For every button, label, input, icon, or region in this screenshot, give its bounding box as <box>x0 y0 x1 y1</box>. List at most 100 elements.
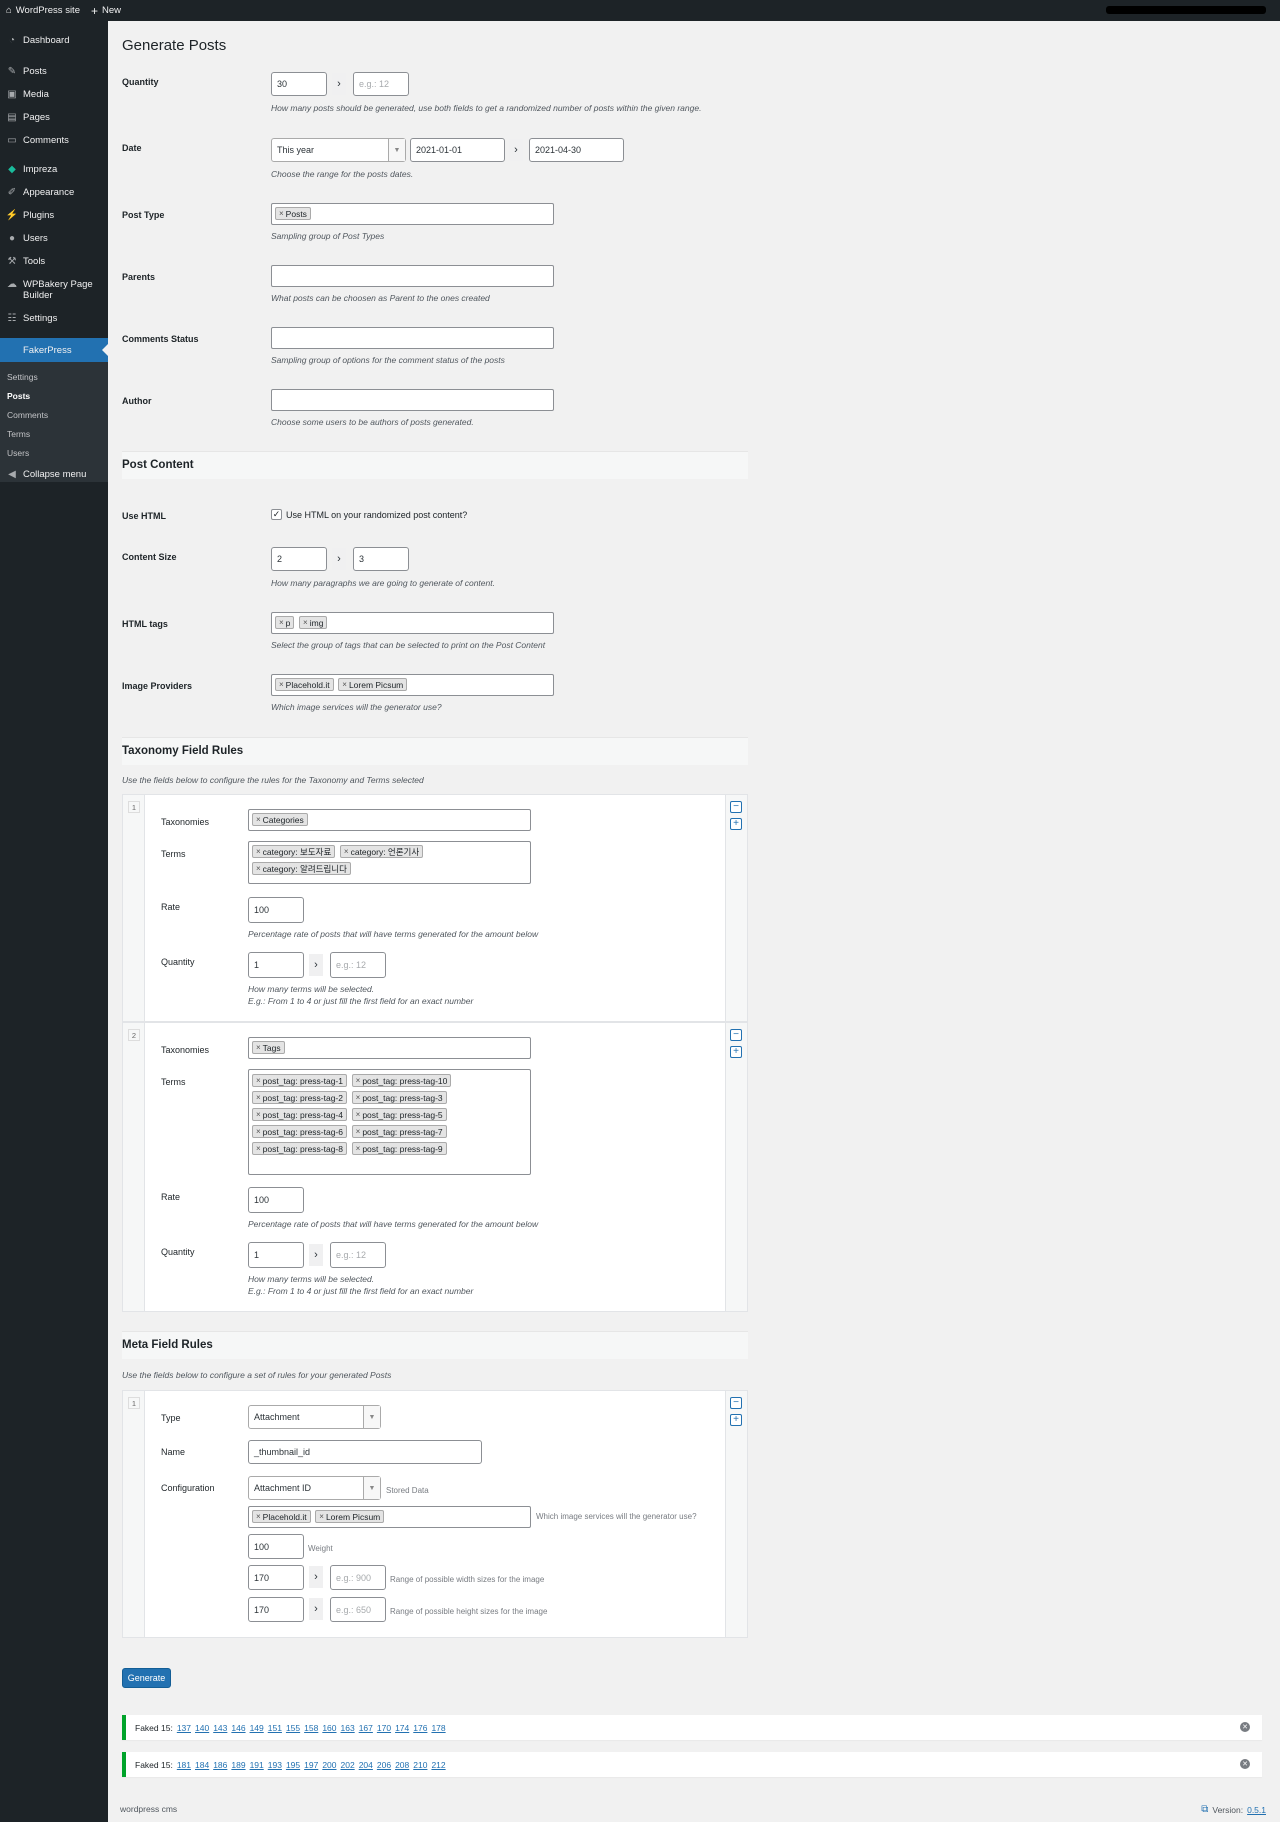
meta-name-input[interactable]: _thumbnail_id <box>248 1440 482 1464</box>
post-type-select[interactable]: × Posts <box>271 203 554 225</box>
date-preset-select[interactable]: This year ▼ <box>271 138 406 162</box>
remove-icon[interactable]: × <box>356 1093 361 1102</box>
term-chip[interactable]: × post_tag: press-tag-10 <box>351 1074 452 1087</box>
post-link[interactable]: 140 <box>195 1723 209 1733</box>
remove-icon[interactable]: × <box>279 680 284 689</box>
terms-select[interactable]: × post_tag: press-tag-1 × post_tag: press-… <box>248 1069 531 1175</box>
rate-input[interactable]: 100 <box>248 1187 304 1213</box>
chip-tags[interactable]: × Tags <box>252 1041 285 1054</box>
content-size-max-input[interactable]: 3 <box>353 547 409 571</box>
remove-icon[interactable]: × <box>256 1144 261 1153</box>
post-link[interactable]: 170 <box>377 1723 391 1733</box>
add-rule-button[interactable]: + <box>730 1414 742 1426</box>
post-link[interactable]: 186 <box>213 1760 227 1770</box>
remove-icon[interactable]: × <box>279 209 284 218</box>
chip-p[interactable]: × p <box>275 616 295 629</box>
generate-button[interactable]: Generate <box>122 1668 171 1688</box>
remove-icon[interactable]: × <box>256 1043 261 1052</box>
term-chip[interactable]: × post_tag: press-tag-9 <box>351 1142 447 1155</box>
remove-icon[interactable]: × <box>256 1093 261 1102</box>
post-link[interactable]: 195 <box>286 1760 300 1770</box>
remove-icon[interactable]: × <box>256 1110 261 1119</box>
submenu-item-comments[interactable]: Comments <box>7 410 48 420</box>
meta-config-select[interactable]: Attachment ID ▼ <box>248 1476 381 1500</box>
submenu-item-users[interactable]: Users <box>7 448 29 458</box>
post-link[interactable]: 149 <box>250 1723 264 1733</box>
post-link[interactable]: 160 <box>322 1723 336 1733</box>
add-rule-button[interactable]: + <box>730 818 742 830</box>
term-chip[interactable]: × category: 알려드립니다 <box>252 862 351 875</box>
sidebar-item-wpbakery[interactable]: ☁ WPBakery Page Builder <box>0 279 100 301</box>
sidebar-item-comments[interactable]: ▭ Comments <box>0 135 108 146</box>
term-chip[interactable]: × post_tag: press-tag-4 <box>252 1108 347 1121</box>
sidebar-item-settings[interactable]: ☷ Settings <box>0 313 108 324</box>
quantity-min-input[interactable]: 30 <box>271 72 327 96</box>
remove-icon[interactable]: × <box>342 680 347 689</box>
remove-icon[interactable]: × <box>356 1144 361 1153</box>
submenu-item-terms[interactable]: Terms <box>7 429 30 439</box>
remove-icon[interactable]: × <box>256 1127 261 1136</box>
remove-icon[interactable]: × <box>344 847 349 856</box>
post-link[interactable]: 178 <box>431 1723 445 1733</box>
dismiss-icon[interactable]: ✕ <box>1240 1722 1250 1732</box>
remove-rule-button[interactable]: − <box>730 1029 742 1041</box>
remove-icon[interactable]: × <box>303 618 308 627</box>
date-to-input[interactable]: 2021-04-30 <box>529 138 624 162</box>
term-chip[interactable]: × post_tag: press-tag-2 <box>252 1091 347 1104</box>
meta-weight-input[interactable]: 100 <box>248 1534 304 1559</box>
term-chip[interactable]: × post_tag: press-tag-8 <box>252 1142 347 1155</box>
post-link[interactable]: 146 <box>231 1723 245 1733</box>
submenu-item-posts[interactable]: Posts <box>7 391 30 401</box>
dismiss-icon[interactable]: ✕ <box>1240 1759 1250 1769</box>
post-link[interactable]: 197 <box>304 1760 318 1770</box>
submenu-item-settings[interactable]: Settings <box>7 372 38 382</box>
post-link[interactable]: 202 <box>341 1760 355 1770</box>
post-link[interactable]: 151 <box>268 1723 282 1733</box>
term-chip[interactable]: × category: 언론기사 <box>339 845 424 858</box>
site-name-link[interactable]: ⌂ WordPress site <box>6 0 80 21</box>
post-link[interactable]: 200 <box>322 1760 336 1770</box>
chip-lorem-picsum[interactable]: × Lorem Picsum <box>315 1510 385 1523</box>
height-max-input[interactable]: e.g.: 650 <box>330 1597 386 1622</box>
account-menu[interactable] <box>1106 6 1266 14</box>
term-quantity-max-input[interactable]: e.g.: 12 <box>330 952 386 978</box>
taxonomies-select[interactable]: × Tags <box>248 1037 531 1059</box>
chip-posts[interactable]: × Posts <box>275 207 311 220</box>
content-size-min-input[interactable]: 2 <box>271 547 327 571</box>
height-min-input[interactable]: 170 <box>248 1597 304 1622</box>
term-chip[interactable]: × post_tag: press-tag-6 <box>252 1125 347 1138</box>
post-link[interactable]: 158 <box>304 1723 318 1733</box>
post-link[interactable]: 155 <box>286 1723 300 1733</box>
post-link[interactable]: 176 <box>413 1723 427 1733</box>
post-link[interactable]: 208 <box>395 1760 409 1770</box>
term-chip[interactable]: × post_tag: press-tag-5 <box>351 1108 447 1121</box>
collapse-menu-button[interactable]: ◀ Collapse menu <box>0 469 108 480</box>
meta-type-select[interactable]: Attachment ▼ <box>248 1405 381 1429</box>
post-link[interactable]: 163 <box>341 1723 355 1733</box>
post-link[interactable]: 206 <box>377 1760 391 1770</box>
post-link[interactable]: 212 <box>431 1760 445 1770</box>
use-html-checkbox[interactable]: ✓ <box>271 509 282 520</box>
post-link[interactable]: 189 <box>231 1760 245 1770</box>
chip-placeholdit[interactable]: × Placehold.it <box>275 678 334 691</box>
sidebar-item-appearance[interactable]: ✐ Appearance <box>0 187 108 198</box>
sidebar-item-pages[interactable]: ▤ Pages <box>0 112 108 123</box>
remove-icon[interactable]: × <box>356 1076 361 1085</box>
sidebar-item-tools[interactable]: ⚒ Tools <box>0 256 108 267</box>
chip-placeholdit[interactable]: × Placehold.it <box>252 1510 311 1523</box>
post-link[interactable]: 210 <box>413 1760 427 1770</box>
remove-icon[interactable]: × <box>319 1512 324 1521</box>
remove-icon[interactable]: × <box>356 1110 361 1119</box>
sidebar-item-media[interactable]: ▣ Media <box>0 89 108 100</box>
remove-icon[interactable]: × <box>356 1127 361 1136</box>
rate-input[interactable]: 100 <box>248 897 304 923</box>
sidebar-item-impreza[interactable]: ◆ Impreza <box>0 164 108 175</box>
post-link[interactable]: 181 <box>177 1760 191 1770</box>
post-link[interactable]: 137 <box>177 1723 191 1733</box>
parents-select[interactable] <box>271 265 554 287</box>
comments-status-select[interactable] <box>271 327 554 349</box>
term-chip[interactable]: × category: 보도자료 <box>252 845 336 858</box>
add-rule-button[interactable]: + <box>730 1046 742 1058</box>
remove-rule-button[interactable]: − <box>730 801 742 813</box>
image-providers-select[interactable]: × Placehold.it × Lorem Picsum <box>271 674 554 696</box>
